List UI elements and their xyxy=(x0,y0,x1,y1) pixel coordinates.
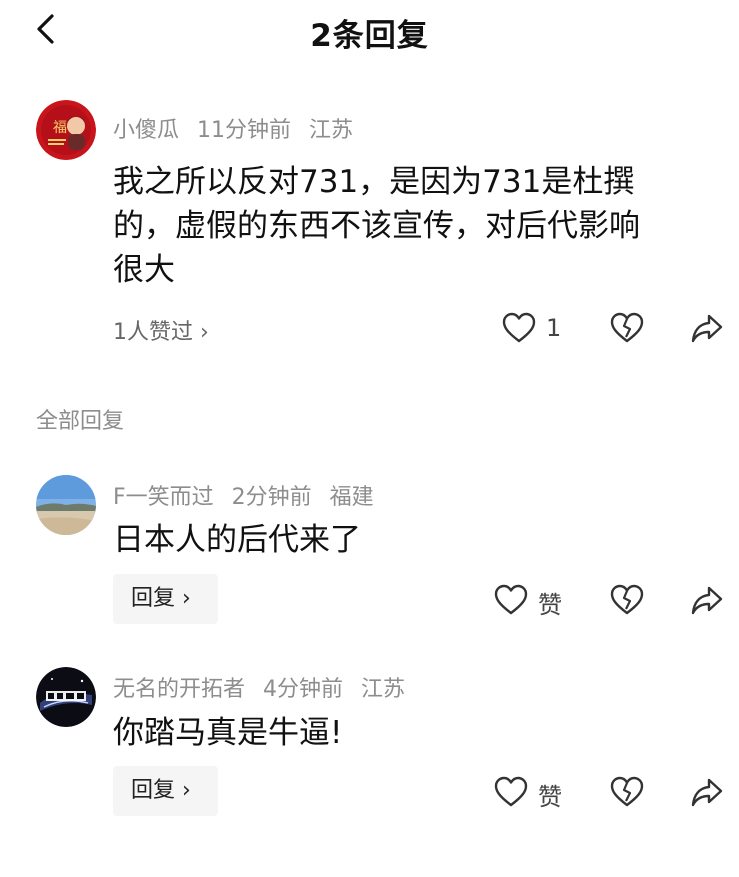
likes-summary-link[interactable]: 1人赞过 › xyxy=(113,314,209,346)
comment-meta: F一笑而过 2分钟前 福建 xyxy=(113,479,392,511)
dislike-button[interactable] xyxy=(610,312,644,344)
like-button[interactable] xyxy=(494,584,528,616)
avatar[interactable] xyxy=(36,475,96,535)
comment-text: 日本人的后代来了 xyxy=(113,522,361,558)
heart-icon xyxy=(502,312,536,343)
timestamp: 11分钟前 xyxy=(197,118,292,143)
like-label: 赞 xyxy=(538,591,562,619)
svg-text:福: 福 xyxy=(53,120,67,136)
share-icon xyxy=(691,314,723,343)
share-icon xyxy=(691,586,723,615)
location: 江苏 xyxy=(361,677,406,702)
comment-meta: 无名的开拓者 4分钟前 江苏 xyxy=(113,671,423,703)
like-count: 1 xyxy=(546,314,562,342)
timestamp: 4分钟前 xyxy=(263,677,344,702)
dislike-button[interactable] xyxy=(610,584,644,616)
page-title: 2条回复 xyxy=(310,18,429,54)
all-replies-label: 全部回复 xyxy=(36,409,125,434)
broken-heart-icon xyxy=(610,312,644,343)
broken-heart-icon xyxy=(610,584,644,615)
location: 福建 xyxy=(329,485,374,510)
like-label: 赞 xyxy=(538,783,562,811)
comment-text: 你踏马真是牛逼! xyxy=(113,715,343,751)
heart-icon xyxy=(494,776,528,807)
reply-button[interactable]: 回复 › xyxy=(113,766,218,816)
share-button[interactable] xyxy=(690,584,724,616)
timestamp: 2分钟前 xyxy=(231,485,312,510)
comment-meta: 小傻瓜 11分钟前 江苏 xyxy=(113,112,371,144)
like-button[interactable] xyxy=(502,312,536,344)
reply-button[interactable]: 回复 › xyxy=(113,574,218,624)
share-button[interactable] xyxy=(690,776,724,808)
share-button[interactable] xyxy=(690,312,724,344)
dislike-button[interactable] xyxy=(610,776,644,808)
share-icon xyxy=(691,778,723,807)
like-button[interactable] xyxy=(494,776,528,808)
username[interactable]: 小傻瓜 xyxy=(113,118,179,143)
username[interactable]: 无名的开拓者 xyxy=(113,677,245,702)
heart-icon xyxy=(494,584,528,615)
top-bar: 2条回复 xyxy=(0,0,739,62)
location: 江苏 xyxy=(309,118,354,143)
broken-heart-icon xyxy=(610,776,644,807)
avatar[interactable] xyxy=(36,667,96,727)
avatar[interactable]: 福 xyxy=(36,100,96,160)
comment-text: 我之所以反对731，是因为731是杜撰 的，虚假的东西不该宣传，对后代影响 很大 xyxy=(113,164,640,288)
username[interactable]: F一笑而过 xyxy=(113,485,214,510)
